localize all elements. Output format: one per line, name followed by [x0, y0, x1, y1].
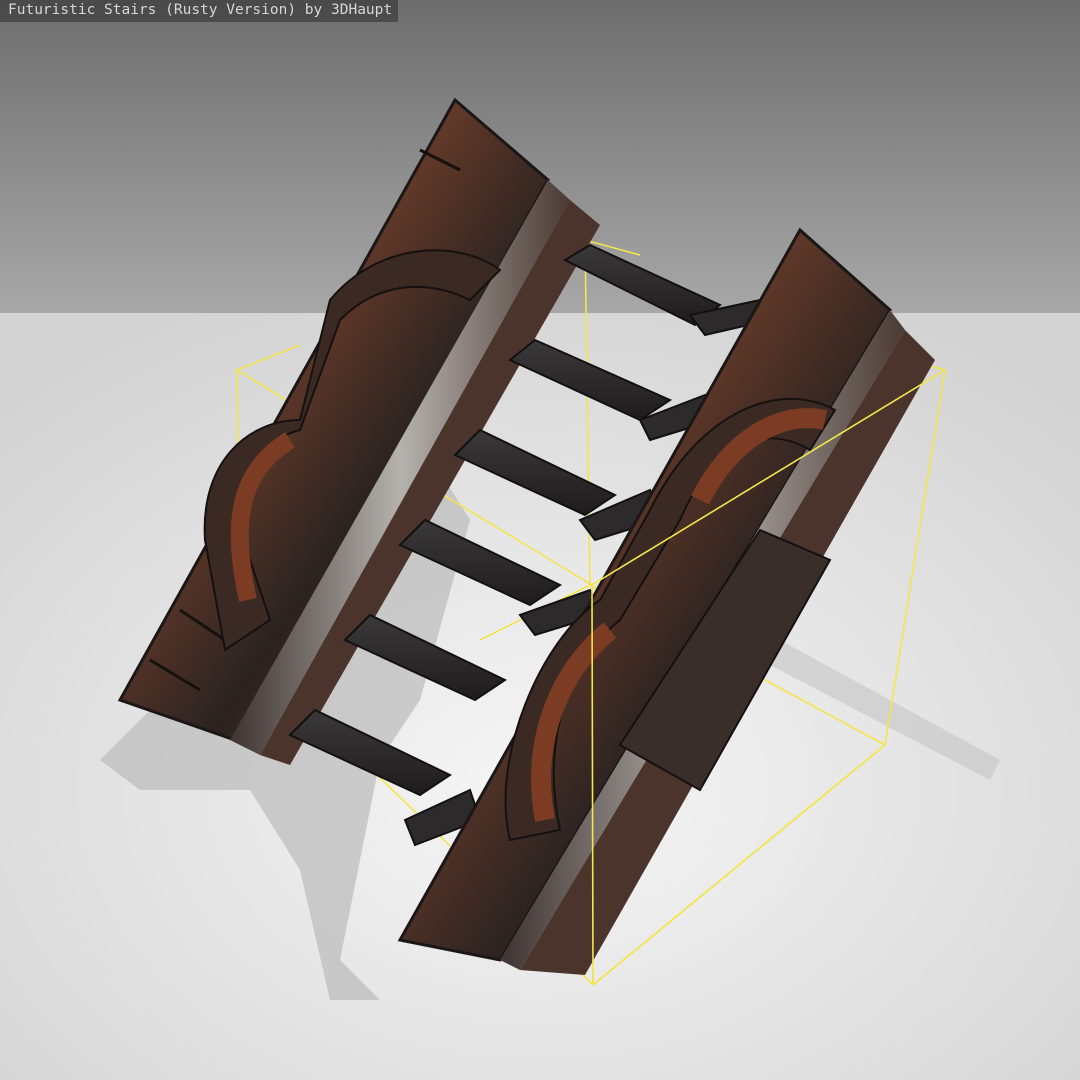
model-viewport[interactable]: Futuristic Stairs (Rusty Version) by 3DH… [0, 0, 1080, 1080]
title-bar: Futuristic Stairs (Rusty Version) by 3DH… [0, 0, 398, 22]
model-title: Futuristic Stairs (Rusty Version) by 3DH… [8, 2, 393, 18]
scene-canvas[interactable] [0, 0, 1080, 1080]
